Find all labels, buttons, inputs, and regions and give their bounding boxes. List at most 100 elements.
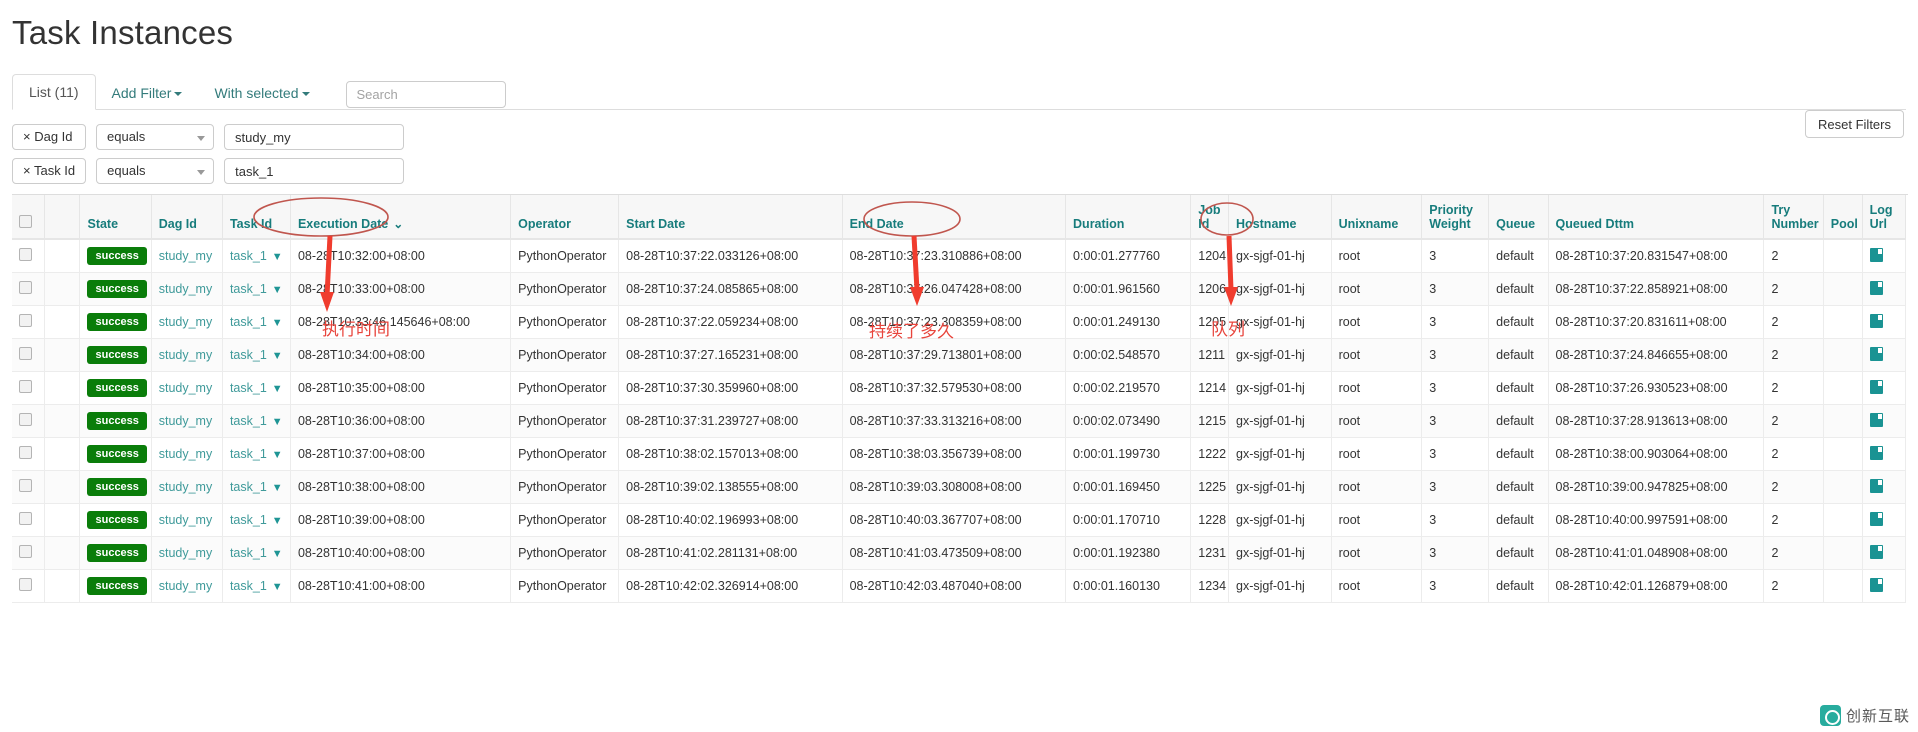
dag-id-link[interactable]: study_my	[159, 579, 213, 593]
filter-operator-task-id[interactable]: equals	[96, 158, 215, 184]
column-header-duration[interactable]: Duration	[1065, 195, 1192, 240]
task-id-link[interactable]: task_1	[230, 348, 267, 362]
reset-filters-button[interactable]: Reset Filters	[1805, 110, 1904, 138]
log-book-icon[interactable]	[1869, 313, 1883, 328]
column-header-job_id[interactable]: Job Id	[1190, 195, 1230, 240]
row-select-checkbox[interactable]	[19, 578, 32, 591]
filter-value-dag-id[interactable]	[224, 124, 404, 150]
log-book-icon[interactable]	[1869, 379, 1883, 394]
dag-id-link[interactable]: study_my	[159, 381, 213, 395]
column-header-start_date[interactable]: Start Date	[618, 195, 843, 240]
log-book-icon[interactable]	[1869, 577, 1883, 592]
log-book-icon[interactable]	[1869, 280, 1883, 295]
task-id-link[interactable]: task_1	[230, 513, 267, 527]
log-book-icon[interactable]	[1869, 511, 1883, 526]
filter-field-dag-id[interactable]: × Dag Id	[12, 124, 86, 150]
dag-id-link[interactable]: study_my	[159, 315, 213, 329]
state-cell: success	[79, 503, 152, 537]
task-id-link[interactable]: task_1	[230, 381, 267, 395]
chevron-down-icon	[197, 170, 206, 175]
log-book-icon[interactable]	[1869, 247, 1883, 262]
log-url-cell	[1862, 338, 1907, 372]
log-book-icon[interactable]	[1869, 478, 1883, 493]
column-header-pool[interactable]: Pool	[1823, 195, 1863, 240]
state-cell: success	[79, 272, 152, 306]
row-select-checkbox[interactable]	[19, 347, 32, 360]
column-header-priority_weight[interactable]: Priority Weight	[1421, 195, 1490, 240]
row-select-checkbox[interactable]	[19, 479, 32, 492]
column-header-queue[interactable]: Queue	[1488, 195, 1549, 240]
filter-icon[interactable]: ▼	[272, 416, 283, 428]
filter-icon[interactable]: ▼	[272, 251, 283, 263]
row-actions-cell	[44, 239, 81, 273]
task-id-link[interactable]: task_1	[230, 282, 267, 296]
row-select-checkbox[interactable]	[19, 281, 32, 294]
task-id-link[interactable]: task_1	[230, 579, 267, 593]
row-select-checkbox[interactable]	[19, 545, 32, 558]
filter-value-task-id[interactable]	[224, 158, 405, 184]
add-filter-dropdown[interactable]: Add Filter	[96, 76, 199, 110]
column-header-unixname[interactable]: Unixname	[1331, 195, 1423, 240]
task-id-link[interactable]: task_1	[230, 315, 267, 329]
task-id-link[interactable]: task_1	[230, 447, 267, 461]
task-id-link[interactable]: task_1	[230, 414, 267, 428]
column-header-label: Job Id	[1198, 203, 1221, 231]
row-select-checkbox[interactable]	[19, 413, 32, 426]
log-book-icon[interactable]	[1869, 412, 1883, 427]
task-id-link[interactable]: task_1	[230, 546, 267, 560]
priority-weight-cell: 3	[1421, 470, 1490, 504]
dag-id-link[interactable]: study_my	[159, 447, 213, 461]
dag-id-link[interactable]: study_my	[159, 546, 213, 560]
dag-id-link[interactable]: study_my	[159, 480, 213, 494]
filter-icon[interactable]: ▼	[272, 482, 283, 494]
dag-id-link[interactable]: study_my	[159, 282, 213, 296]
column-header-label: Queued Dttm	[1555, 217, 1635, 231]
operator-cell: PythonOperator	[510, 503, 620, 537]
column-header-queued_dttm[interactable]: Queued Dttm	[1548, 195, 1765, 240]
row-select-checkbox[interactable]	[19, 380, 32, 393]
column-header-task_id[interactable]: Task Id	[222, 195, 291, 240]
dag-id-link[interactable]: study_my	[159, 249, 213, 263]
select-all-checkbox[interactable]	[19, 215, 32, 228]
with-selected-dropdown[interactable]: With selected	[198, 76, 325, 110]
tab-list[interactable]: List (11)	[12, 74, 96, 110]
unixname-cell: root	[1331, 305, 1423, 339]
task-id-cell: task_1 ▼	[222, 569, 291, 603]
column-header-dag_id[interactable]: Dag Id	[151, 195, 223, 240]
filter-icon[interactable]: ▼	[272, 449, 283, 461]
task-id-link[interactable]: task_1	[230, 480, 267, 494]
row-select-cell	[12, 470, 45, 504]
filter-field-task-id[interactable]: × Task Id	[12, 158, 87, 184]
start-date-cell: 08-28T10:40:02.196993+08:00	[618, 503, 843, 537]
row-select-checkbox[interactable]	[19, 512, 32, 525]
filter-icon[interactable]: ▼	[272, 284, 283, 296]
filter-icon[interactable]: ▼	[272, 581, 283, 593]
filter-icon[interactable]: ▼	[272, 548, 283, 560]
row-select-checkbox[interactable]	[19, 446, 32, 459]
column-header-execution_date[interactable]: Execution Date ⌄	[290, 195, 512, 240]
filter-icon[interactable]: ▼	[272, 383, 283, 395]
log-book-icon[interactable]	[1869, 445, 1883, 460]
column-header-operator[interactable]: Operator	[510, 195, 620, 240]
filter-icon[interactable]: ▼	[272, 350, 283, 362]
row-select-checkbox[interactable]	[19, 314, 32, 327]
dag-id-link[interactable]: study_my	[159, 414, 213, 428]
dag-id-link[interactable]: study_my	[159, 513, 213, 527]
log-book-icon[interactable]	[1869, 544, 1883, 559]
row-select-checkbox[interactable]	[19, 248, 32, 261]
log-book-icon[interactable]	[1869, 346, 1883, 361]
queued-dttm-cell: 08-28T10:37:26.930523+08:00	[1548, 371, 1765, 405]
column-header-hostname[interactable]: Hostname	[1228, 195, 1332, 240]
filter-icon[interactable]: ▼	[272, 317, 283, 329]
filter-operator-dag-id[interactable]: equals	[96, 124, 214, 150]
search-input[interactable]	[345, 81, 506, 108]
column-header-log_url[interactable]: Log Url	[1862, 195, 1907, 240]
dag-id-link[interactable]: study_my	[159, 348, 213, 362]
filter-icon[interactable]: ▼	[272, 515, 283, 527]
column-header-state[interactable]: State	[79, 195, 152, 240]
sort-desc-icon: ⌄	[393, 217, 404, 231]
pool-cell	[1823, 404, 1863, 438]
task-id-link[interactable]: task_1	[230, 249, 267, 263]
column-header-try_number[interactable]: Try Number	[1763, 195, 1824, 240]
column-header-end_date[interactable]: End Date	[842, 195, 1067, 240]
